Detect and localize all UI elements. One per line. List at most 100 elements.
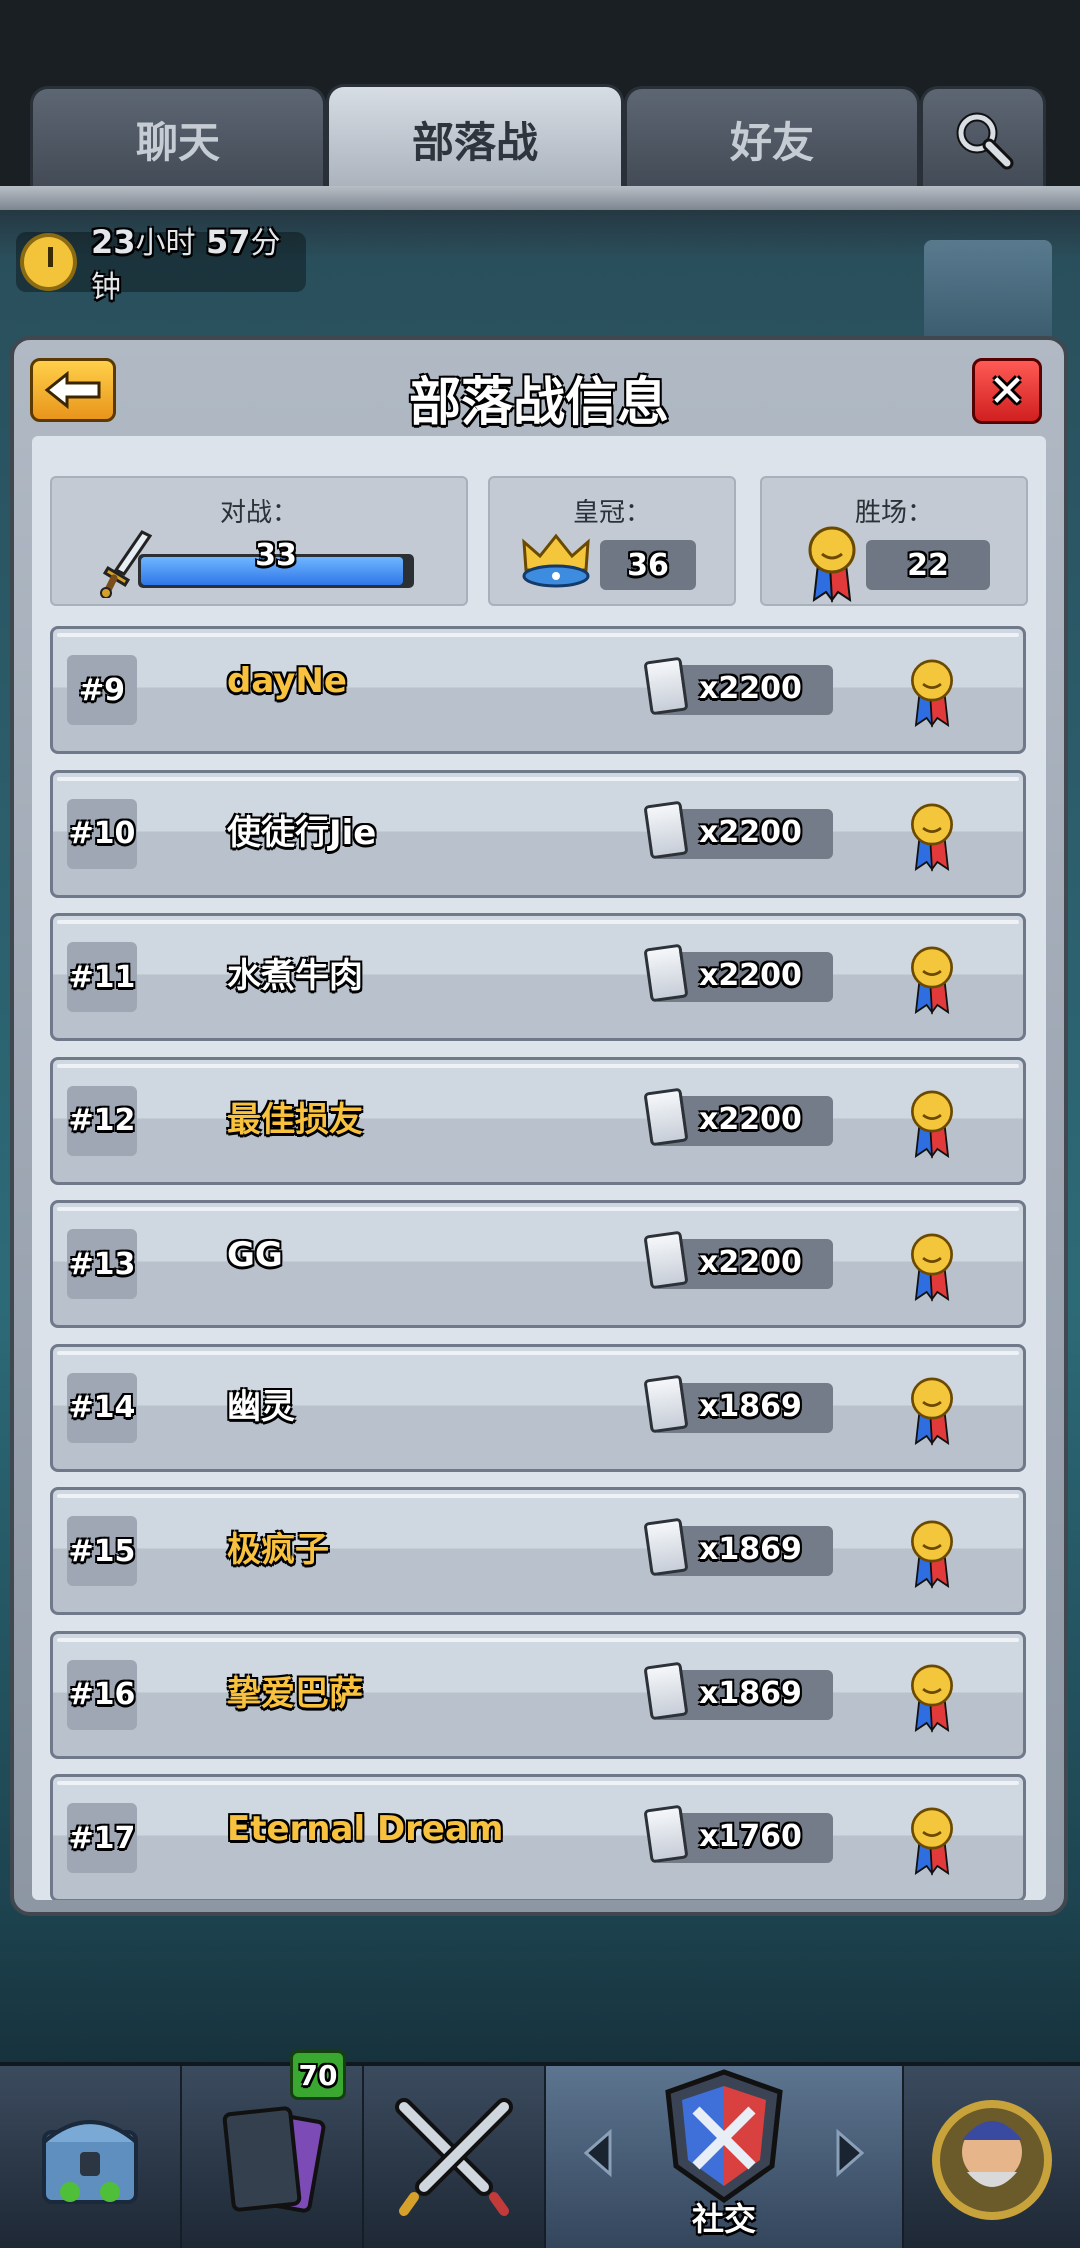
king-laurel-icon [932,2100,1052,2220]
nav-social[interactable]: 社交 [546,2066,904,2248]
player-name: 使徒行Jie [227,812,377,853]
nav-shop[interactable] [0,2066,182,2248]
panel-title: 部落战信息 [408,373,669,433]
cards-count-pill: x1869 [643,1661,833,1720]
player-name: 水煮牛肉 [227,956,363,996]
member-row[interactable]: #11 水煮牛肉 x2200 [50,913,1026,1041]
nav-events[interactable] [904,2066,1080,2248]
top-tab-bar: 聊天 部落战 好友 [0,0,1080,210]
card-icon [643,800,689,859]
medal-icon [808,526,856,603]
bottom-navigation: 社交 [0,2062,1080,2248]
cards-deck-icon [222,2106,326,2213]
cards-count: x2200 [699,958,802,993]
card-icon [643,1661,689,1720]
cards-badge: 70 [290,2050,346,2100]
crossed-swords-icon [395,2098,513,2216]
cards-count-pill: x1869 [643,1517,833,1577]
tab-friends[interactable]: 好友 [624,86,920,189]
battles-value: 33 [255,538,297,573]
card-icon [643,1230,689,1290]
cards-count: x1760 [699,1819,802,1854]
member-row[interactable]: #10 使徒行Jie x2200 [50,769,1026,898]
member-row[interactable]: #12 最佳损友 x2200 [50,1056,1026,1185]
cards-count-pill: x2200 [643,1087,833,1146]
search-icon [956,112,1014,170]
medal-icon [911,1520,953,1589]
medal-icon [911,1664,953,1733]
card-icon [643,943,689,1003]
chevron-left-icon[interactable] [580,2128,616,2178]
card-icon [643,1374,689,1433]
player-name: Eternal Dream [227,1809,504,1849]
player-name: GG [227,1235,283,1275]
cards-count: x2200 [699,814,802,850]
tab-underline [0,186,1080,210]
cards-count-pill: x2200 [643,943,833,1003]
player-name: 最佳损友 [227,1099,363,1140]
member-row[interactable]: #13 GG x2200 [50,1200,1026,1328]
tab-clan-war[interactable]: 部落战 [326,84,624,191]
chevron-right-icon[interactable] [832,2128,868,2178]
crowns-stat: 皇冠： 36 [488,476,736,606]
cards-count: x1869 [699,1388,802,1424]
rank-badge: #17 [67,1803,137,1873]
cards-count-pill: x2200 [643,800,833,859]
cards-count-pill: x1760 [643,1804,833,1864]
player-name: 挚爱巴萨 [227,1673,363,1714]
nav-social-label: 社交 [691,2200,756,2238]
cards-count: x1869 [699,1675,802,1711]
rank-badge: #16 [67,1659,137,1730]
rank-badge: #14 [67,1372,137,1443]
medal-icon [911,659,953,728]
cards-count: x2200 [699,671,802,706]
close-button[interactable]: ✕ [972,358,1042,424]
nav-battle[interactable] [364,2066,546,2248]
clan-shield-icon [665,2069,783,2204]
player-name: dayNe [227,661,347,701]
rank-badge: #15 [67,1516,137,1586]
medal-icon [911,946,953,1015]
card-icon [643,1087,689,1146]
member-row[interactable]: #9 dayNe x2200 [50,626,1026,754]
medal-icon [911,1807,953,1876]
wins-stat: 胜场： 22 [760,476,1028,606]
player-name: 幽灵 [227,1386,295,1427]
treasure-chest-icon [42,2120,138,2204]
rank-badge: #12 [67,1085,137,1156]
card-icon [643,1517,689,1577]
sword-icon [100,530,153,598]
card-icon [643,1804,689,1864]
rank-badge: #13 [67,1229,137,1299]
cards-count: x1869 [699,1532,802,1567]
cards-count-pill: x2200 [643,656,833,716]
member-row[interactable]: #14 幽灵 x1869 [50,1343,1026,1472]
cards-count: x2200 [699,1245,802,1280]
cards-count: x2200 [699,1101,802,1137]
wins-value: 22 [866,540,990,590]
rank-badge: #11 [67,942,137,1012]
tab-chat[interactable]: 聊天 [30,86,326,189]
clan-war-info-panel: 部落战信息 ✕ 对战： 33 皇冠： 36 胜场： 22 #9 dayNe x2… [10,336,1068,1916]
rank-badge: #9 [67,655,137,725]
player-avatar-thumbnail[interactable] [924,240,1052,350]
tab-search[interactable] [920,86,1046,189]
player-name: 极疯子 [227,1530,329,1570]
battles-stat: 对战： 33 [50,476,468,606]
member-row[interactable]: #16 挚爱巴萨 x1869 [50,1630,1026,1759]
close-icon: ✕ [988,365,1026,417]
crown-icon [522,533,590,588]
card-icon [643,656,689,716]
member-row[interactable]: #17 Eternal Dream x1760 [50,1774,1026,1900]
medal-icon [911,803,953,872]
cards-count-pill: x1869 [643,1374,833,1433]
crowns-value: 36 [600,540,696,590]
war-timer: 23分钟小时 57分钟 [16,223,306,305]
member-row[interactable]: #15 极疯子 x1869 [50,1487,1026,1615]
cards-count-pill: x2200 [643,1230,833,1290]
medal-icon [911,1090,953,1159]
panel-body: 对战： 33 皇冠： 36 胜场： 22 #9 dayNe x2200 #10 … [32,436,1046,1900]
rank-badge: #10 [67,798,137,869]
medal-icon [911,1233,953,1302]
medal-icon [911,1377,953,1446]
